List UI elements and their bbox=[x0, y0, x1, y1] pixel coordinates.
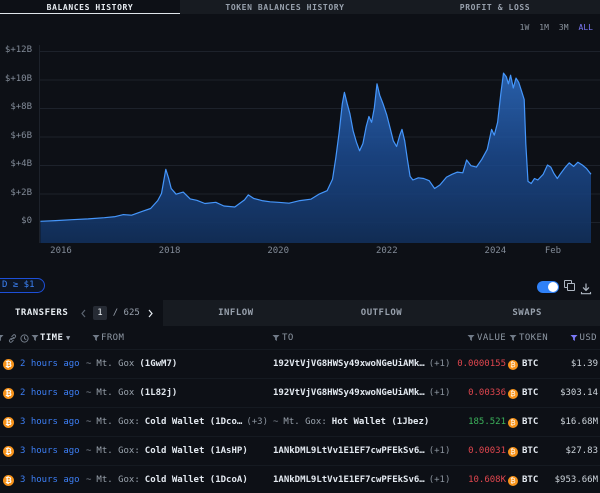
column-header-from[interactable]: FROM bbox=[101, 326, 124, 350]
usd-value: $953.66M bbox=[506, 466, 598, 493]
link-icon[interactable] bbox=[8, 334, 17, 346]
chevron-down-icon[interactable]: ▼ bbox=[66, 326, 70, 350]
from-address[interactable]: ~Mt. Gox(1GwM7) bbox=[86, 350, 177, 379]
clock-icon[interactable] bbox=[20, 334, 29, 346]
tab-transfers[interactable]: TRANSFERS bbox=[15, 308, 68, 318]
x-axis-tick: 2018 bbox=[159, 246, 181, 256]
prev-page-icon[interactable] bbox=[80, 309, 87, 318]
transfer-time-link[interactable]: 2 hours ago bbox=[20, 379, 80, 408]
column-header-time[interactable]: TIME bbox=[40, 326, 63, 350]
from-address[interactable]: ~Mt. Gox:Cold Wallet (1DcoA) bbox=[86, 466, 248, 493]
x-axis-tick: 2016 bbox=[50, 246, 72, 256]
tilde-icon: ~ bbox=[86, 446, 91, 456]
from-address[interactable]: ~Mt. Gox:Cold Wallet (1Dco…(+3) bbox=[86, 408, 268, 437]
transfer-value: 0.00031 bbox=[400, 437, 506, 466]
filter-icon[interactable] bbox=[509, 334, 517, 345]
bitcoin-icon: ₿ bbox=[3, 475, 14, 486]
column-header-usd[interactable]: USD bbox=[580, 326, 597, 350]
transfer-time-link[interactable]: 3 hours ago bbox=[20, 437, 80, 466]
bitcoin-icon: ₿ bbox=[3, 388, 14, 399]
transfers-table-header: TIME ▼ FROM TO VALUE TOKEN USD bbox=[0, 326, 600, 350]
tab-swaps[interactable]: SWAPS bbox=[454, 300, 600, 326]
tab-outflow[interactable]: OUTFLOW bbox=[309, 300, 455, 326]
table-row[interactable]: ₿2 hours ago~Mt. Gox(1GwM7)192VtVjVG8HWS… bbox=[0, 350, 600, 379]
tilde-icon: ~ bbox=[86, 417, 91, 427]
x-axis-tick: 2020 bbox=[267, 246, 289, 256]
bitcoin-icon: ₿ bbox=[3, 417, 14, 428]
toggle-knob bbox=[548, 282, 558, 292]
tab-inflow[interactable]: INFLOW bbox=[163, 300, 309, 326]
filter-icon[interactable] bbox=[272, 334, 280, 345]
download-icon[interactable] bbox=[580, 280, 592, 299]
transfer-type-tabs: INFLOW OUTFLOW SWAPS bbox=[163, 300, 600, 326]
usd-value: $1.39 bbox=[506, 350, 598, 379]
filter-icon[interactable] bbox=[0, 334, 4, 345]
tilde-icon: ~ bbox=[86, 359, 91, 369]
transfer-time-link[interactable]: 2 hours ago bbox=[20, 350, 80, 379]
from-address[interactable]: ~Mt. Gox:Cold Wallet (1AsHP) bbox=[86, 437, 248, 466]
filter-icon-active[interactable] bbox=[570, 334, 578, 345]
table-row[interactable]: ₿ 3 hours ago~Mt. Gox:Cold Wallet (1AsHP)… bbox=[0, 437, 600, 466]
column-header-to[interactable]: TO bbox=[282, 326, 294, 350]
transfer-value: 0.0000155 bbox=[400, 350, 506, 379]
balances-history-panel: BALANCES HISTORY TOKEN BALANCES HISTORY … bbox=[0, 0, 600, 493]
column-header-value[interactable]: VALUE bbox=[477, 326, 506, 350]
transfers-table-body: ₿2 hours ago~Mt. Gox(1GwM7)192VtVjVG8HWS… bbox=[0, 350, 600, 493]
chart-toggle[interactable] bbox=[537, 281, 559, 293]
usd-value: $303.14 bbox=[506, 379, 598, 408]
tab-transfers-active: TRANSFERS 1 / 625 bbox=[0, 300, 163, 326]
filter-icon[interactable] bbox=[92, 334, 100, 345]
transfer-time-link[interactable]: 3 hours ago bbox=[20, 408, 80, 437]
transfer-value: 0.00336 bbox=[400, 379, 506, 408]
tilde-icon: ~ bbox=[86, 388, 91, 398]
column-header-token[interactable]: TOKEN bbox=[519, 326, 548, 350]
x-axis-tick: 2022 bbox=[376, 246, 398, 256]
transfers-tab-bar: TRANSFERS 1 / 625 INFLOW OUTFLOW SWAPS bbox=[0, 300, 600, 326]
transfer-value: 10.608K bbox=[400, 466, 506, 493]
usd-value: $27.83 bbox=[506, 437, 598, 466]
transfer-time-link[interactable]: 3 hours ago bbox=[20, 466, 80, 493]
table-row[interactable]: ₿ 3 hours ago~Mt. Gox:Cold Wallet (1DcoA)… bbox=[0, 466, 600, 493]
from-address[interactable]: ~Mt. Gox(1L82j) bbox=[86, 379, 177, 408]
tilde-icon: ~ bbox=[273, 417, 278, 427]
bitcoin-icon: ₿ bbox=[3, 446, 14, 457]
copy-icon[interactable] bbox=[564, 280, 576, 292]
tilde-icon: ~ bbox=[86, 475, 91, 485]
x-axis-tick: Feb bbox=[545, 246, 561, 256]
table-row[interactable]: ₿ 3 hours ago~Mt. Gox:Cold Wallet (1Dco…(… bbox=[0, 408, 600, 437]
next-page-icon[interactable] bbox=[147, 309, 154, 318]
usd-filter-chip[interactable]: D ≥ $1 bbox=[0, 278, 45, 293]
current-page: 1 bbox=[93, 306, 106, 320]
transfer-value: 185.521 bbox=[400, 408, 506, 437]
table-row[interactable]: ₿2 hours ago~Mt. Gox(1L82j)192VtVjVG8HWS… bbox=[0, 379, 600, 408]
bitcoin-icon: ₿ bbox=[3, 359, 14, 370]
filter-icon[interactable] bbox=[31, 334, 39, 345]
filter-icon[interactable] bbox=[467, 334, 475, 345]
usd-value: $16.68M bbox=[506, 408, 598, 437]
chart-x-axis: 2016 2018 2020 2022 2024 Feb bbox=[0, 0, 600, 258]
x-axis-tick: 2024 bbox=[485, 246, 507, 256]
total-pages: / 625 bbox=[113, 308, 140, 318]
